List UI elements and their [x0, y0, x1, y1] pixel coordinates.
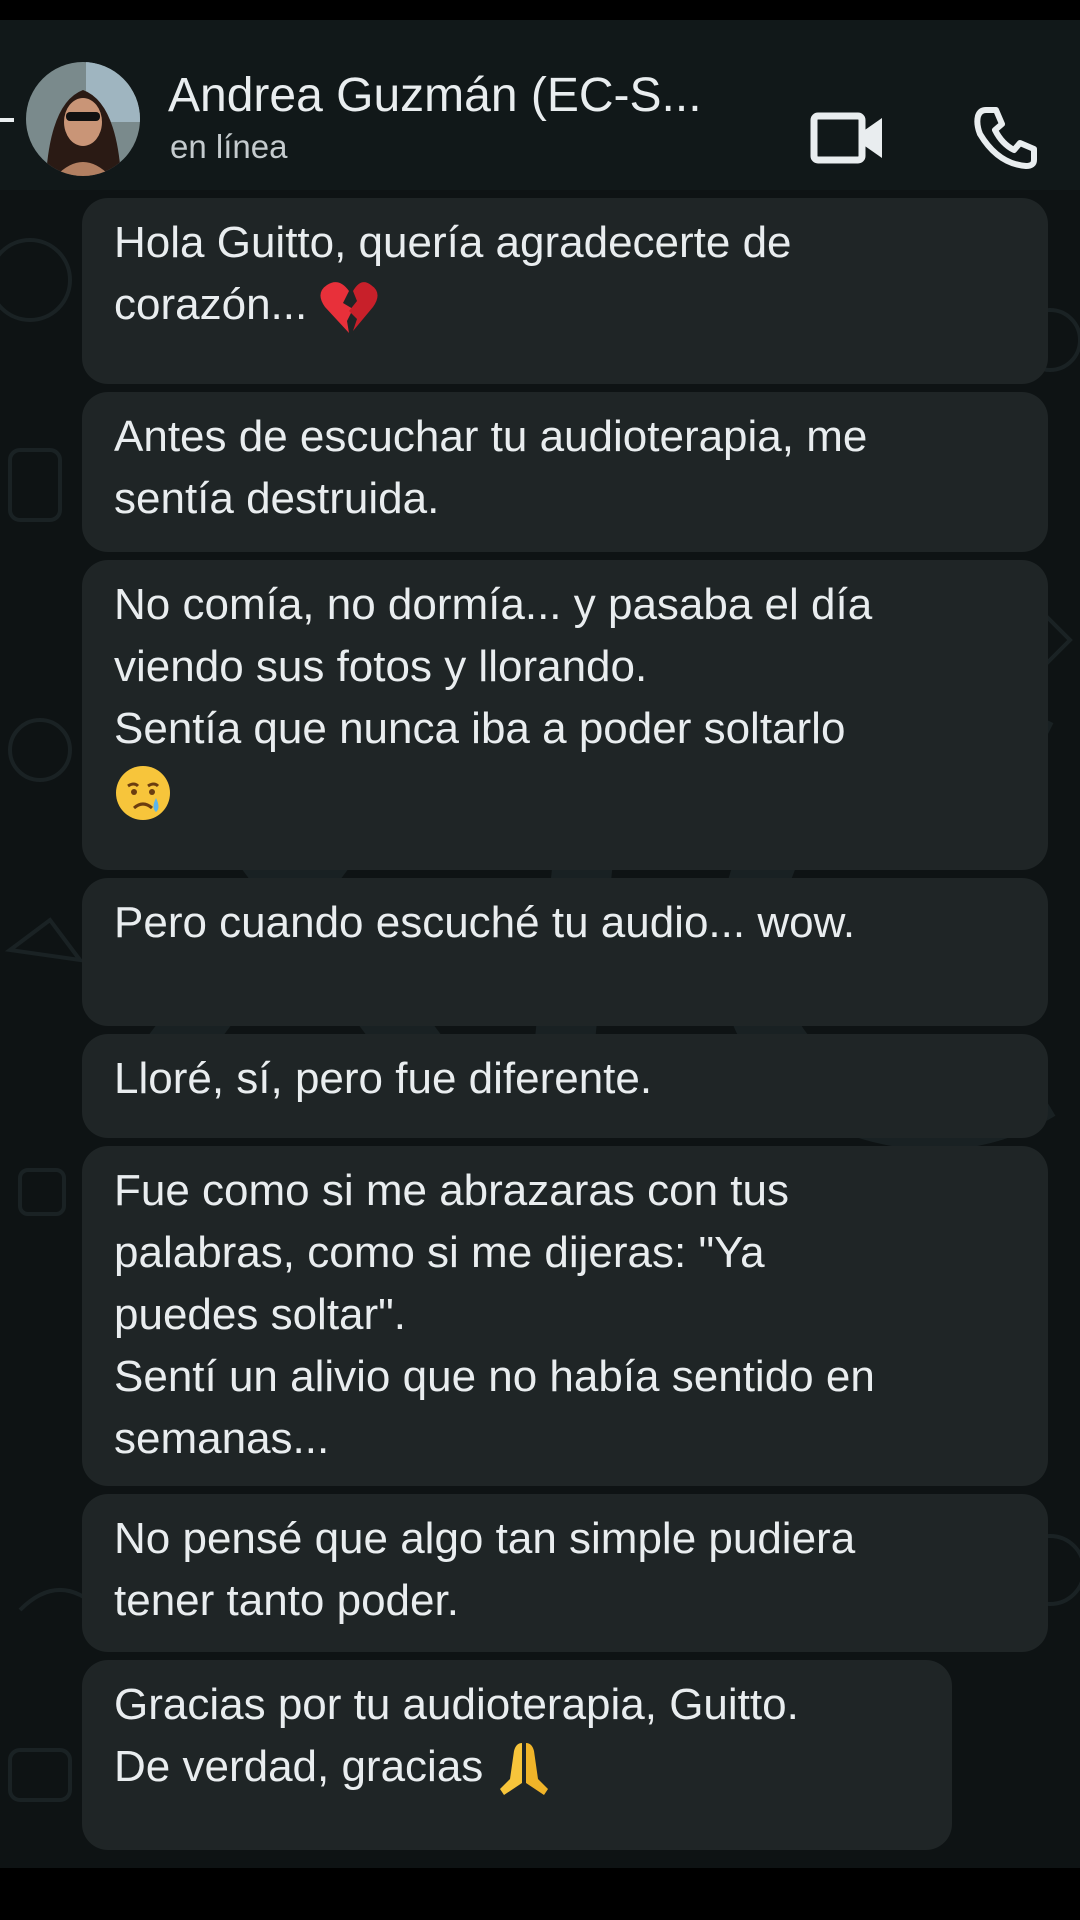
message-text: Gracias por tu audioterapia, Guitto. De … — [114, 1680, 799, 1791]
voice-call-icon[interactable] — [972, 104, 1038, 170]
chat-header: Andrea Guzmán (EC-S... en línea — [0, 20, 1080, 190]
message-bubble[interactable]: Hola Guitto, quería agradecerte de coraz… — [82, 198, 1048, 384]
video-call-icon[interactable] — [810, 110, 886, 166]
message-bubble[interactable]: Fue como si me abrazaras con tus palabra… — [82, 1146, 1048, 1486]
back-arrow-icon[interactable] — [0, 118, 14, 122]
message-text: Hola Guitto, quería agradecerte de coraz… — [114, 218, 792, 329]
message-bubble[interactable]: Gracias por tu audioterapia, Guitto. De … — [82, 1660, 952, 1850]
message-bubble[interactable]: Antes de escuchar tu audioterapia, me se… — [82, 392, 1048, 552]
avatar[interactable] — [26, 62, 140, 176]
message-bubble[interactable]: Pero cuando escuché tu audio... wow. — [82, 878, 1048, 1026]
message-text: Pero cuando escuché tu audio... wow. — [114, 898, 856, 947]
contact-status: en línea — [170, 128, 288, 165]
message-text: No comía, no dormía... y pasaba el día v… — [114, 580, 873, 753]
contact-name[interactable]: Andrea Guzmán (EC-S... — [168, 68, 778, 123]
crying-face-icon — [116, 766, 170, 821]
broken-heart-icon — [320, 282, 378, 334]
folded-hands-icon — [499, 1743, 548, 1796]
chat-screen: Andrea Guzmán (EC-S... en línea Hola Gui… — [0, 0, 1080, 1920]
message-text: Antes de escuchar tu audioterapia, me se… — [114, 412, 868, 523]
message-bubble[interactable]: No pensé que algo tan simple pudiera ten… — [82, 1494, 1048, 1652]
message-bubble[interactable]: Lloré, sí, pero fue diferente. — [82, 1034, 1048, 1138]
message-text: Fue como si me abrazaras con tus palabra… — [114, 1166, 875, 1463]
bottom-strip — [0, 1868, 1080, 1920]
status-bar-strip — [0, 0, 1080, 20]
message-text: No pensé que algo tan simple pudiera ten… — [114, 1514, 856, 1625]
message-text: Lloré, sí, pero fue diferente. — [114, 1054, 653, 1103]
message-bubble[interactable]: No comía, no dormía... y pasaba el día v… — [82, 560, 1048, 870]
avatar-image — [26, 62, 140, 176]
